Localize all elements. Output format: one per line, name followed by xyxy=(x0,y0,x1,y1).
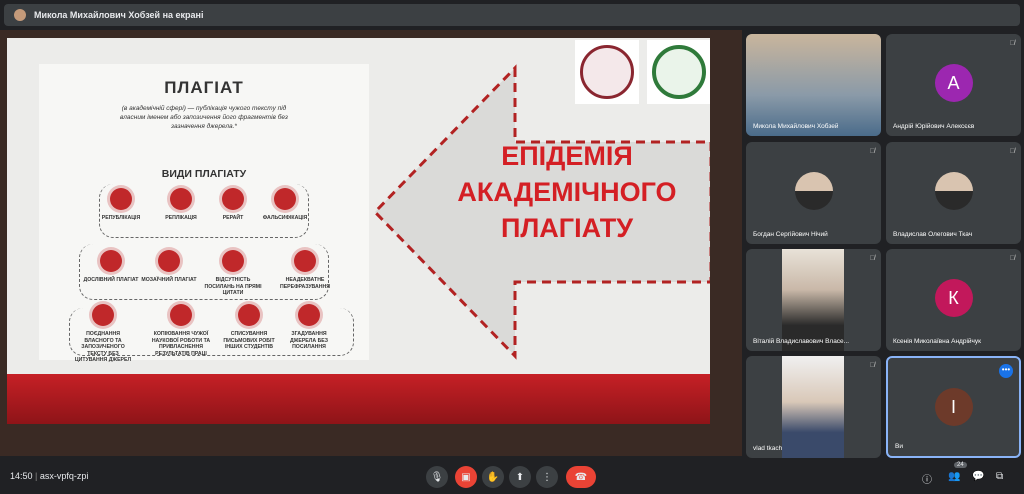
participant-tile[interactable]: 🎙̸ К Ксенія Миколаївна Андрійчук xyxy=(886,249,1021,351)
participant-tile[interactable]: 🎙̸ Віталій Владиславович Власе... xyxy=(746,249,881,351)
raise-hand-icon[interactable]: ✋ xyxy=(482,466,504,488)
virus-icon: РЕРАЙТ xyxy=(203,188,263,222)
poster-subtitle: ВИДИ ПЛАГІАТУ xyxy=(161,168,247,180)
participant-avatar xyxy=(794,172,833,210)
participant-name: Віталій Владиславович Власе... xyxy=(753,338,850,345)
mic-off-icon: 🎙̸ xyxy=(1009,40,1015,47)
meeting-time: 14:50 | asx-vpfq-zpi xyxy=(10,471,89,481)
virus-icon: ПОЄДНАННЯ ВЛАСНОГО ТА ЗАПОЗИЧЕНОГО ТЕКСТ… xyxy=(73,304,133,364)
participant-name: Владислав Олегович Ткач xyxy=(893,231,973,238)
participant-tile-self[interactable]: ••• І Ви xyxy=(886,356,1021,458)
chat-icon[interactable]: 💬 xyxy=(972,471,984,482)
virus-icon: РЕПУБЛІКАЦІЯ xyxy=(91,188,151,222)
participant-name: Богдан Сергійович Нічий xyxy=(753,231,828,238)
participant-tile[interactable]: 🎙̸ Богдан Сергійович Нічий xyxy=(746,142,881,244)
poster-definition: (в академічній сфері) — публікація чужог… xyxy=(120,105,288,130)
end-call-icon[interactable]: ☎ xyxy=(566,466,596,488)
virus-icon: ФАЛЬСИФІКАЦІЯ xyxy=(255,188,315,222)
more-options-icon[interactable]: ••• xyxy=(999,364,1013,378)
participant-video xyxy=(782,249,844,351)
participant-name: vlad tkach xyxy=(753,445,783,452)
slide-title: ЕПІДЕМІЯ АКАДЕМІЧНОГО ПЛАГІАТУ xyxy=(457,141,677,243)
participant-name: Микола Михайлович Хобзей xyxy=(753,123,839,130)
participant-video xyxy=(782,356,844,458)
mic-off-icon: 🎙̸ xyxy=(1009,255,1015,262)
participant-tile[interactable]: Микола Михайлович Хобзей xyxy=(746,34,881,136)
participant-avatar: К xyxy=(934,279,973,317)
presenter-text: Микола Михайлович Хобзей на екрані xyxy=(34,10,204,20)
mic-off-icon: 🎙̸ xyxy=(1009,148,1015,155)
participant-avatar xyxy=(934,172,973,210)
mic-off-icon: 🎙̸ xyxy=(869,148,875,155)
participant-avatar: І xyxy=(934,388,973,426)
info-icon[interactable]: ⓘ xyxy=(922,471,932,486)
mic-off-icon: 🎙̸ xyxy=(869,362,875,369)
present-icon[interactable]: ⬆ xyxy=(509,466,531,488)
virus-icon: ЗГАДУВАННЯ ДЖЕРЕЛА БЕЗ ПОСИЛАННЯ xyxy=(279,304,339,351)
virus-icon: СПИСУВАННЯ ПИСЬМОВИХ РОБІТ ІНШИХ СТУДЕНТ… xyxy=(219,304,279,351)
activities-icon[interactable]: ⧉ xyxy=(996,471,1003,482)
participant-name: Ви xyxy=(895,443,903,450)
virus-icon: КОПІЮВАННЯ ЧУЖОЇ НАУКОВОЇ РОБОТИ ТА ПРИВ… xyxy=(151,304,211,357)
virus-icon: РЕПЛІКАЦІЯ xyxy=(151,188,211,222)
slide-red-band xyxy=(7,374,710,424)
participant-name: Андрій Юрійович Алексєєв xyxy=(893,123,975,130)
participant-tile[interactable]: 🎙̸ vlad tkach xyxy=(746,356,881,458)
shared-slide: ПЛАГІАТ (в академічній сфері) — публікац… xyxy=(7,38,710,424)
poster-title: ПЛАГІАТ xyxy=(164,78,244,97)
virus-icon: НЕАДЕКВАТНЕ ПЕРЕФРАЗУВАННЯ xyxy=(275,250,335,290)
virus-icon: ВІДСУТНІСТЬ ПОСИЛАНЬ НА ПРЯМІ ЦИТАТИ xyxy=(203,250,263,297)
participant-tile[interactable]: 🎙̸ А Андрій Юрійович Алексєєв xyxy=(886,34,1021,136)
mic-off-icon: 🎙̸ xyxy=(869,255,875,262)
library-logo xyxy=(647,40,710,104)
more-icon[interactable]: ⋮ xyxy=(536,466,558,488)
people-icon[interactable]: 👥 xyxy=(948,471,960,482)
university-logo xyxy=(575,40,639,104)
participant-tile[interactable]: 🎙̸ Владислав Олегович Ткач xyxy=(886,142,1021,244)
people-count-badge: 24 xyxy=(954,462,967,468)
participant-avatar: А xyxy=(934,64,973,102)
camera-off-icon[interactable]: ▣ xyxy=(455,466,477,488)
virus-icon: МОЗАЇЧНИЙ ПЛАГІАТ xyxy=(139,250,199,284)
virus-icon: ДОСЛІВНИЙ ПЛАГІАТ xyxy=(81,250,141,284)
participant-video xyxy=(746,34,881,136)
participant-name: Ксенія Миколаївна Андрійчук xyxy=(893,338,982,345)
presenter-avatar xyxy=(14,9,26,21)
plagiarism-poster: ПЛАГІАТ (в академічній сфері) — публікац… xyxy=(39,64,369,363)
meeting-controls-bar: 14:50 | asx-vpfq-zpi 🎙 ▣ ✋ ⬆ ⋮ ☎ ⓘ 24 👥 … xyxy=(0,458,1024,494)
mic-icon[interactable]: 🎙 xyxy=(426,466,448,488)
presenting-banner: Микола Михайлович Хобзей на екрані xyxy=(4,4,1020,26)
